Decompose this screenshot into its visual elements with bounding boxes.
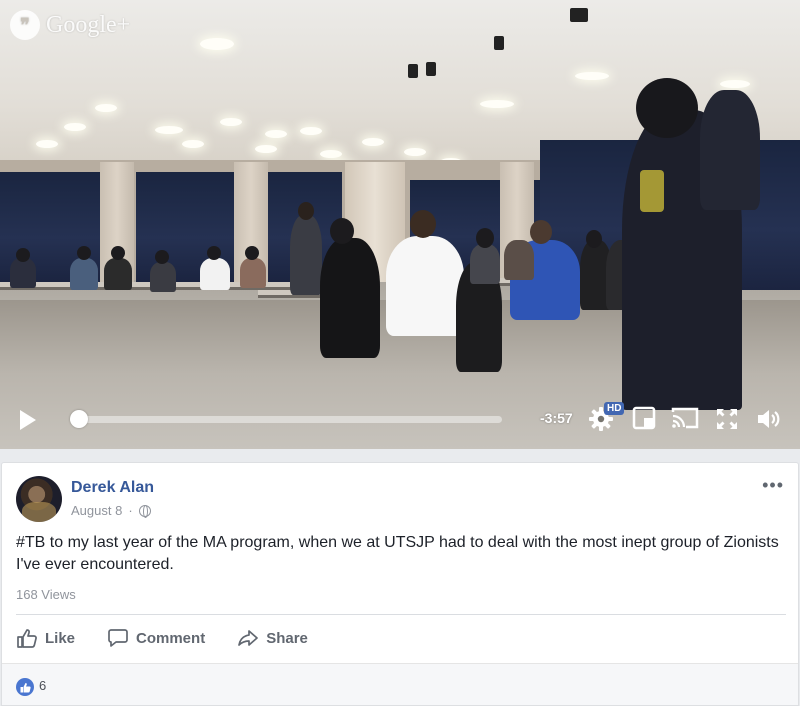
globe-icon[interactable] bbox=[138, 504, 151, 518]
like-reaction-icon[interactable] bbox=[16, 678, 34, 696]
hd-badge: HD bbox=[604, 402, 625, 415]
comment-label: Comment bbox=[136, 629, 206, 647]
expand-icon bbox=[717, 409, 737, 429]
actions-divider bbox=[16, 614, 786, 615]
volume-button[interactable] bbox=[756, 406, 782, 432]
author-name-link[interactable]: Derek Alan bbox=[71, 479, 154, 497]
google-plus-watermark: ❞ Google+ bbox=[10, 10, 130, 40]
view-count: 168 Views bbox=[16, 587, 76, 602]
like-count[interactable]: 6 bbox=[39, 678, 46, 693]
meta-separator: · bbox=[128, 503, 133, 518]
thumbs-up-icon bbox=[17, 629, 37, 648]
hangouts-quote-icon: ❞ bbox=[10, 10, 40, 40]
like-label: Like bbox=[45, 629, 76, 647]
cast-icon bbox=[671, 407, 699, 429]
progress-track[interactable] bbox=[70, 416, 502, 423]
share-label: Share bbox=[266, 629, 308, 647]
cast-button[interactable] bbox=[670, 406, 700, 432]
reactions-bar: 6 bbox=[2, 663, 798, 705]
share-button[interactable]: Share bbox=[237, 627, 308, 649]
comment-button[interactable]: Comment bbox=[107, 627, 205, 649]
fullscreen-toggle-icon bbox=[632, 406, 656, 430]
share-arrow-icon bbox=[238, 630, 259, 646]
comment-bubble-icon bbox=[108, 629, 128, 647]
post-text: #TB to my last year of the MA program, w… bbox=[16, 534, 779, 573]
expand-button[interactable] bbox=[714, 406, 740, 432]
fullscreen-toggle-button[interactable] bbox=[632, 406, 658, 432]
volume-icon bbox=[758, 410, 780, 428]
play-button[interactable] bbox=[20, 410, 36, 430]
post-actions: Like Comment Share bbox=[16, 621, 308, 655]
post-meta: August 8 · bbox=[71, 503, 151, 518]
time-remaining: -3:57 bbox=[540, 410, 573, 426]
scrubber-handle[interactable] bbox=[69, 410, 88, 428]
post-card: Derek Alan August 8 · ••• #TB to my last… bbox=[1, 462, 799, 706]
video-controls: -3:57 HD bbox=[0, 396, 800, 444]
video-player[interactable]: ❞ Google+ -3:57 HD bbox=[0, 0, 800, 449]
facebook-video-post: ❞ Google+ -3:57 HD Derek Alan August 8 ·… bbox=[0, 0, 800, 706]
author-avatar[interactable] bbox=[16, 476, 62, 522]
like-button[interactable]: Like bbox=[16, 627, 75, 649]
more-options-button[interactable]: ••• bbox=[762, 475, 784, 496]
post-date-link[interactable]: August 8 bbox=[71, 503, 122, 518]
